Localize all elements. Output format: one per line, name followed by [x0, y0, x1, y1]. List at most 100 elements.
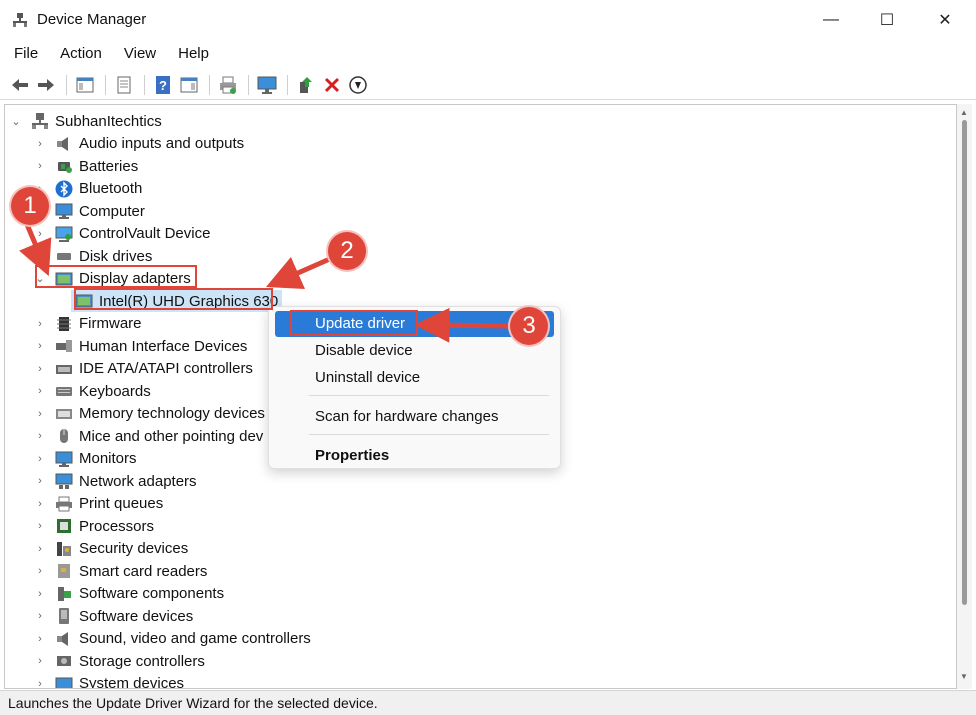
tree-category[interactable]: › Smart card readers [33, 560, 207, 582]
expand-chevron-icon[interactable]: › [33, 453, 47, 465]
menu-action[interactable]: Action [48, 42, 112, 68]
menu-view[interactable]: View [112, 42, 166, 68]
tree-category-label: Mice and other pointing dev [79, 427, 264, 445]
properties-button[interactable] [112, 73, 136, 97]
expand-chevron-icon[interactable]: › [33, 678, 47, 689]
ctx-scan-hardware[interactable]: Scan for hardware changes [275, 404, 554, 430]
toolbar-separator [144, 74, 145, 95]
expand-chevron-icon[interactable]: › [33, 318, 47, 330]
scan-monitor-icon [257, 76, 277, 94]
scroll-down-icon[interactable]: ▼ [960, 672, 968, 681]
tree-category-label: Sound, video and game controllers [79, 630, 311, 647]
software-device-icon [59, 608, 69, 624]
expand-chevron-icon[interactable]: › [33, 408, 47, 420]
expand-chevron-icon[interactable]: › [33, 565, 47, 577]
expand-chevron-icon[interactable]: › [33, 543, 47, 555]
expand-chevron-icon[interactable]: › [33, 340, 47, 352]
tree-category[interactable]: › Mice and other pointing dev [33, 425, 263, 447]
menu-bar: File Action View Help [0, 42, 976, 68]
action-pane-icon [180, 77, 198, 92]
expand-chevron-icon[interactable]: › [33, 520, 47, 532]
toolbar-separator [248, 74, 249, 95]
expand-chevron-icon[interactable]: › [33, 160, 47, 172]
tree-category[interactable]: › Keyboards [33, 380, 151, 402]
tree-category[interactable]: › Monitors [33, 448, 136, 470]
expand-chevron-icon[interactable]: › [33, 610, 47, 622]
mouse-icon [60, 429, 68, 443]
minimize-button[interactable]: — [802, 0, 860, 40]
tree-category[interactable]: › Audio inputs and outputs [33, 133, 244, 155]
network-icon [55, 473, 73, 489]
expand-chevron-icon[interactable]: › [33, 430, 47, 442]
tree-category[interactable]: › Human Interface Devices [33, 335, 247, 357]
tree-category[interactable]: › Storage controllers [33, 650, 205, 672]
vertical-scrollbar[interactable]: ▲ ▼ [957, 104, 972, 689]
annotation-box-intel-graphics [74, 288, 273, 310]
tree-category[interactable]: › System devices [33, 673, 185, 689]
tree-category[interactable]: › Software components [33, 583, 224, 605]
tree-category[interactable]: ›Computer [33, 200, 145, 222]
expand-chevron-icon[interactable]: › [33, 250, 47, 262]
expand-chevron-icon[interactable]: › [33, 385, 47, 397]
tree-category[interactable]: › Memory technology devices [33, 403, 265, 425]
tree-category[interactable]: › ControlVault Device [33, 223, 210, 245]
tree-category[interactable]: › Network adapters [33, 470, 197, 492]
expand-chevron-icon[interactable]: › [33, 633, 47, 645]
expand-chevron-icon[interactable]: › [33, 655, 47, 667]
scroll-up-icon[interactable]: ▲ [960, 108, 968, 117]
expand-chevron-icon[interactable]: › [33, 498, 47, 510]
controlvault-icon [55, 226, 73, 242]
tree-category[interactable]: › IDE ATA/ATAPI controllers [33, 358, 253, 380]
expand-chevron-icon[interactable]: › [33, 138, 47, 150]
minimize-icon: — [823, 11, 839, 28]
expand-chevron-icon[interactable]: › [33, 475, 47, 487]
bluetooth-icon [55, 180, 73, 197]
show-hide-console-tree-button[interactable] [73, 73, 97, 97]
tree-root[interactable]: ⌄ SubhanItechtics [9, 110, 161, 132]
tree-category-label: Print queues [79, 495, 164, 512]
tree-category[interactable]: › Security devices [33, 538, 188, 560]
expand-chevron-icon[interactable]: › [33, 588, 47, 600]
menu-help[interactable]: Help [166, 42, 219, 68]
close-button[interactable]: ✕ [916, 0, 974, 40]
ctx-uninstall-device[interactable]: Uninstall device [275, 365, 554, 391]
ctx-disable-device[interactable]: Disable device [275, 338, 554, 364]
tree-category[interactable]: › Disk drives [33, 245, 152, 267]
tree-category[interactable]: › Batteries [33, 155, 138, 177]
forward-button[interactable] [34, 73, 58, 97]
ctx-properties[interactable]: Properties [275, 443, 554, 469]
annotation-badge-3: 3 [510, 307, 548, 345]
status-bar: Launches the Update Driver Wizard for th… [0, 690, 976, 715]
scan-hardware-button[interactable] [255, 73, 279, 97]
expand-chevron-icon[interactable]: › [33, 228, 47, 240]
scroll-thumb[interactable] [962, 120, 967, 605]
print-button[interactable] [216, 73, 240, 97]
annotation-badge-2: 2 [328, 232, 366, 270]
tree-category[interactable]: › Bluetooth [33, 178, 142, 200]
menu-file[interactable]: File [0, 42, 48, 68]
annotation-box-display-adapters [35, 265, 197, 288]
tree-category-label: System devices [79, 675, 185, 689]
toolbar-separator [66, 74, 67, 95]
tree-category-label: Processors [79, 517, 155, 535]
tree-category[interactable]: › Processors [33, 515, 154, 537]
disk-icon [57, 253, 71, 260]
update-driver-button[interactable] [294, 73, 318, 97]
tree-category[interactable]: › Software devices [33, 605, 193, 627]
monitor-icon [55, 451, 73, 467]
tree-category[interactable]: › Firmware [33, 313, 141, 335]
help-button[interactable]: ? [151, 73, 175, 97]
speaker-icon [57, 631, 68, 646]
tree-category-label: Security devices [79, 540, 189, 557]
back-button[interactable] [8, 73, 32, 97]
maximize-button[interactable]: ☐ [858, 0, 916, 40]
uninstall-device-button[interactable] [320, 73, 344, 97]
tree-category-label: Network adapters [79, 472, 197, 490]
tree-category[interactable]: › Print queues [33, 493, 163, 515]
disable-device-button[interactable] [346, 73, 370, 97]
expand-chevron-icon[interactable]: › [33, 363, 47, 375]
printer-icon [56, 496, 72, 511]
collapse-chevron-icon[interactable]: ⌄ [9, 115, 23, 128]
tree-category[interactable]: › Sound, video and game controllers [33, 628, 311, 650]
action-pane-button[interactable] [177, 73, 201, 97]
